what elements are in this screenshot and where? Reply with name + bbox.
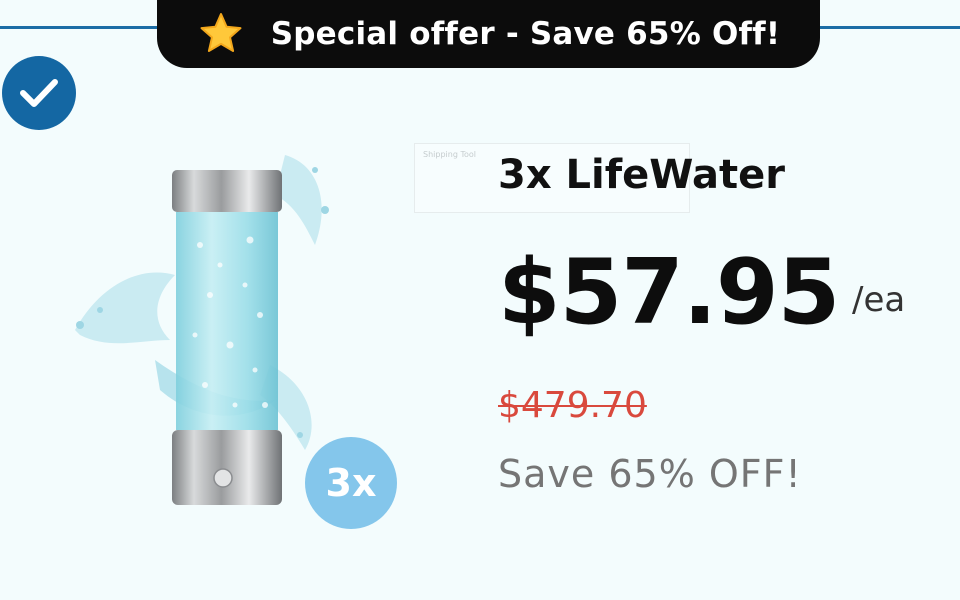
quantity-badge: 3x	[305, 437, 397, 529]
original-price: $479.70	[498, 385, 647, 426]
star-icon	[200, 13, 242, 52]
checkmark-icon	[20, 79, 58, 107]
offer-text: Special offer - Save 65% Off!	[270, 16, 781, 52]
product-title: 3x LifeWater	[498, 152, 785, 198]
price-per-unit: /ea	[852, 280, 906, 320]
savings-text: Save 65% OFF!	[498, 452, 802, 496]
product-price: $57.95	[498, 240, 840, 345]
special-offer-banner[interactable]: Special offer - Save 65% Off!	[157, 0, 820, 68]
selected-checkbox[interactable]	[2, 56, 76, 130]
faded-overlay-text: Shipping Tool	[423, 150, 476, 159]
